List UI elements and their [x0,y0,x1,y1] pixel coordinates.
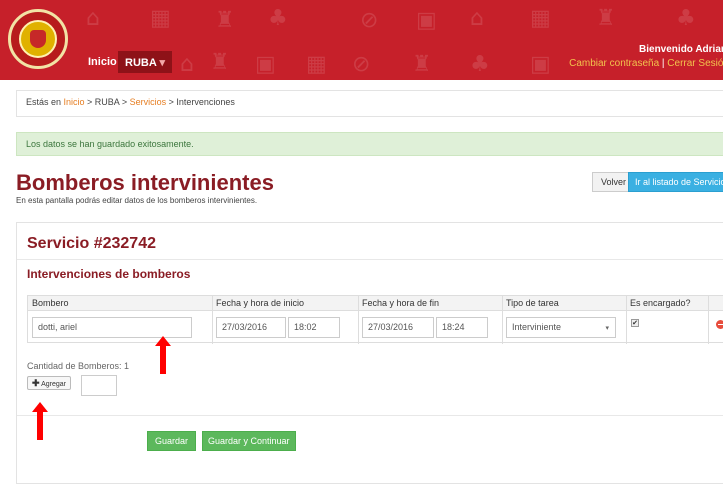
inicio-date-input[interactable]: 27/03/2016 [216,317,286,338]
box-icon: ▣ [530,52,551,77]
building-icon: ▦ [530,6,551,31]
chevron-down-icon: ▾ [159,57,165,69]
tree-icon: ♣ [268,6,288,31]
box-icon: ▣ [416,8,437,33]
fire-department-emblem-icon[interactable] [8,9,68,69]
column-header-bombero: Bombero [28,296,212,311]
account-links: Cambiar contraseña | Cerrar Sesión [569,58,723,69]
column-header-inicio: Fecha y hora de inicio [212,296,358,311]
encargado-checkbox[interactable]: ✔ [631,319,639,327]
tree-icon: ♣ [470,52,490,77]
guardar-button[interactable]: Guardar [147,431,197,451]
guardar-continuar-button[interactable]: Guardar y Continuar [202,431,296,451]
divider [17,415,723,416]
inicio-time-input[interactable]: 18:02 [288,317,340,338]
no-fire-icon: ⊘ [360,8,379,33]
column-header-actions [708,296,723,311]
breadcrumb-servicios-link[interactable]: Servicios [130,97,167,107]
breadcrumb-sep: > RUBA > [84,97,130,107]
section-title: Intervenciones de bomberos [27,267,191,281]
emblem-center [19,20,57,58]
nav-inicio[interactable]: Inicio [88,56,117,68]
breadcrumb-sep: > [166,97,177,107]
breadcrumb-inicio-link[interactable]: Inicio [64,97,85,107]
column-divider [626,296,627,344]
add-quantity-input[interactable] [81,375,117,396]
change-password-link[interactable]: Cambiar contraseña [569,58,659,69]
column-header-tipo: Tipo de tarea [502,296,626,311]
annotation-arrow [32,402,48,440]
success-alert: Los datos se han guardado exitosamente. [16,132,723,156]
breadcrumb-current: Intervenciones [176,97,235,107]
servicio-panel: Servicio #232742 Intervenciones de bombe… [16,222,723,484]
annotation-arrow [155,336,171,374]
app-header: ⌂ ▦ ♜ ♣ ⊘ ▣ ⌂ ▦ ♜ ♣ ♜ ⌂ ▣ ▦ ⊘ ♜ ♣ ▣ Inic… [0,0,723,80]
nav-ruba-label: RUBA [125,57,157,69]
building-icon: ▦ [306,52,327,77]
house-fire-icon: ⌂ [470,6,484,31]
breadcrumb-prefix: Estás en [26,97,64,107]
box-icon: ▣ [255,52,276,77]
arrow-head [32,402,48,412]
fire-extinguisher-icon: ♜ [412,52,432,77]
logout-link[interactable]: Cerrar Sesión [667,58,723,69]
intervenciones-table: Bombero Fecha y hora de inicio Fecha y h… [27,295,723,344]
hydrant-icon: ♜ [215,8,235,33]
breadcrumb: Estás en Inicio > RUBA > Servicios > Int… [16,90,723,117]
arrow-shaft [160,346,166,374]
remove-row-icon[interactable] [716,320,723,329]
hydrant-icon: ♜ [210,50,230,75]
arrow-head [155,336,171,346]
building-icon: ▦ [150,6,171,31]
nav-ruba-dropdown[interactable]: RUBA ▾ [118,51,172,73]
servicio-title: Servicio #232742 [27,235,156,252]
fin-date-input[interactable]: 27/03/2016 [362,317,434,338]
divider [17,259,723,260]
bomberos-count: Cantidad de Bomberos: 1 [27,361,130,371]
add-bombero-button[interactable]: ✚ Agregar [27,376,72,390]
column-divider [708,296,709,344]
chevron-down-icon: ▾ [605,325,609,332]
column-divider [502,296,503,344]
welcome-message: Bienvenido Adrian [639,44,723,55]
fin-time-input[interactable]: 18:24 [436,317,488,338]
fire-extinguisher-icon: ♜ [596,6,616,31]
bombero-input[interactable]: dotti, ariel [32,317,192,338]
column-divider [212,296,213,344]
no-fire-icon: ⊘ [352,52,371,77]
add-button-label: Agregar [41,381,67,388]
page-title: Bomberos intervinientes [16,170,274,195]
emblem-helmet [30,30,46,48]
ir-listado-button[interactable]: Ir al listado de Servicios [628,172,723,192]
house-fire-icon: ⌂ [180,52,194,77]
page-subtitle: En esta pantalla podrás editar datos de … [16,196,258,205]
plus-icon: ✚ [32,378,40,388]
tipo-tarea-value: Interviniente [512,322,562,332]
house-fire-icon: ⌂ [86,6,100,31]
tipo-tarea-select[interactable]: Interviniente ▾ [506,317,616,338]
column-divider [358,296,359,344]
column-header-fin: Fecha y hora de fin [358,296,502,311]
column-header-encargado: Es encargado? [626,296,708,311]
arrow-shaft [37,412,43,440]
tree-icon: ♣ [676,6,696,31]
